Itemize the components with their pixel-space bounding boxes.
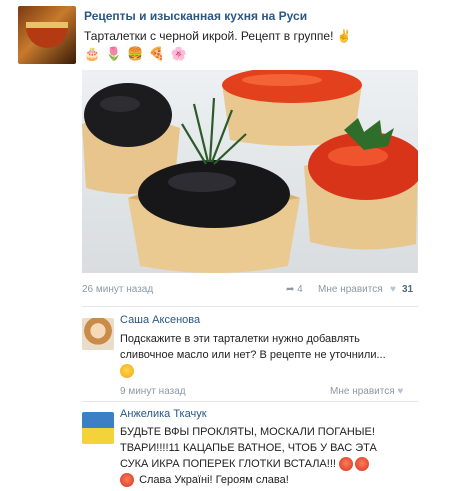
social-post: Рецепты и изысканная кухня на Руси Тарта… (0, 0, 464, 491)
share-count: 4 (297, 284, 303, 295)
angry-emoji-icon (120, 473, 134, 488)
comment-text-part: Слава Україні! Героям слава! (139, 474, 289, 486)
smile-emoji-icon (120, 364, 134, 379)
cake-emoji-icon: 🎂 (84, 46, 103, 61)
comment-like-button[interactable]: Мне нравится ♥ (330, 386, 403, 397)
comment-time[interactable]: 9 минут назад (120, 386, 186, 397)
divider (82, 401, 418, 402)
comment-text-line: сливочное масло или нет? В рецепте не ут… (120, 349, 386, 361)
comment-text-line: ТВАРИ!!!!11 КАЦАПЬЕ ВАТНОЕ, ЧТОБ У ВАС Э… (120, 442, 377, 454)
heart-icon[interactable]: ♥ (390, 284, 396, 295)
avatar[interactable] (82, 412, 114, 444)
avatar[interactable] (82, 318, 114, 350)
divider (82, 306, 418, 307)
share-icon: ➦ (286, 284, 295, 295)
post-photo[interactable] (82, 70, 418, 273)
pizza-emoji-icon: 🍕 (148, 46, 168, 61)
flower-emoji-icon: 🌸 (170, 46, 189, 61)
comment: Анжелика Ткачук БУДЬТЕ ВФЫ ПРОКЛЯТЫ, МОС… (82, 408, 418, 490)
comment-text-line: Подскажите в эти тарталетки нужно добавл… (120, 333, 360, 345)
like-count: 31 (402, 284, 414, 295)
angry-emoji-icon (339, 457, 353, 472)
comment-text-line: БУДЬТЕ ВФЫ ПРОКЛЯТЫ, МОСКАЛИ ПОГАНЫЕ! (120, 426, 375, 438)
like-button[interactable]: Мне нравится (318, 284, 383, 295)
tulip-emoji-icon: 🌷 (105, 46, 124, 61)
comment-text-line: Слава Україні! Героям слава! (120, 473, 289, 488)
share-button[interactable]: ➦ 4 (286, 284, 303, 295)
comment-like-label: Мне нравится (330, 386, 395, 397)
emoji-row: 🎂 🌷 🍔 🍕 🌸 (84, 46, 187, 62)
tartlets-image (82, 70, 418, 273)
group-avatar[interactable] (18, 6, 76, 64)
comment-text-part: СУКА ИКРА ПОПЕРЕК ГЛОТКИ ВСТАЛА!!! (120, 458, 336, 470)
comment-emoji-line (120, 364, 134, 379)
post-meta: 26 минут назад ➦ 4 Мне нравится ♥ 31 (82, 284, 418, 298)
burger-emoji-icon: 🍔 (127, 46, 146, 61)
post-header: Рецепты и изысканная кухня на Руси Тарта… (18, 6, 458, 64)
comment-text-line: СУКА ИКРА ПОПЕРЕК ГЛОТКИ ВСТАЛА!!! (120, 457, 371, 472)
post-text: Тарталетки с черной икрой. Рецепт в груп… (84, 29, 352, 43)
angry-emoji-icon (355, 457, 369, 472)
heart-icon: ♥ (397, 386, 404, 397)
comment: Саша Аксенова Подскажите в эти тарталетк… (82, 314, 418, 398)
post-time[interactable]: 26 минут назад (82, 284, 153, 295)
group-name-link[interactable]: Рецепты и изысканная кухня на Руси (84, 9, 307, 23)
comment-author[interactable]: Анжелика Ткачук (120, 408, 207, 420)
comment-author[interactable]: Саша Аксенова (120, 314, 200, 326)
